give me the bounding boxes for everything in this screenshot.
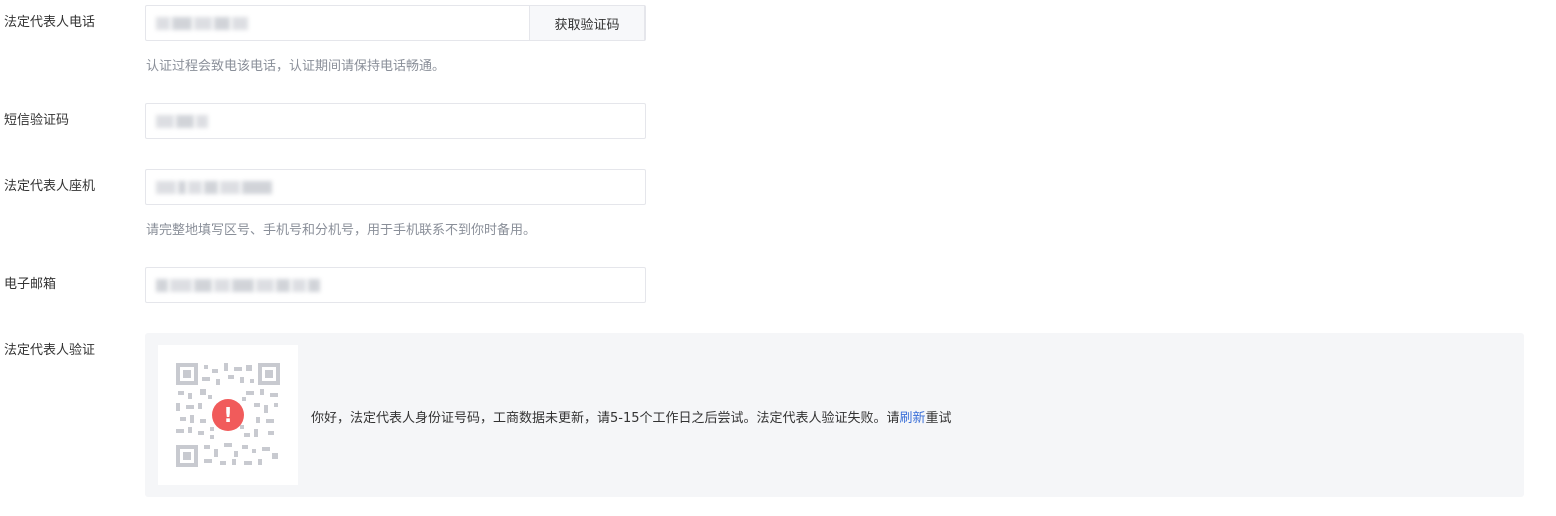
verify-message-retry-text: 重试 xyxy=(925,411,952,426)
qr-code: ! xyxy=(158,345,298,485)
sms-code-label: 短信验证码 xyxy=(4,113,70,128)
alert-exclamation-icon: ! xyxy=(212,399,244,431)
phone-value-redacted xyxy=(156,15,250,31)
landline-value-redacted xyxy=(156,179,274,195)
landline-input[interactable] xyxy=(145,169,646,205)
landline-hint: 请完整地填写区号、手机号和分机号，用于手机联系不到你时备用。 xyxy=(146,223,537,238)
phone-input[interactable]: 获取验证码 xyxy=(145,5,646,41)
email-input[interactable] xyxy=(145,267,646,303)
legal-verify-panel: ! 你好，法定代表人身份证号码，工商数据未更新，请5-15个工作日之后尝试。法定… xyxy=(145,333,1524,497)
phone-label: 法定代表人电话 xyxy=(4,15,96,30)
sms-code-input[interactable] xyxy=(145,103,646,139)
landline-label: 法定代表人座机 xyxy=(4,179,96,194)
legal-verify-label: 法定代表人验证 xyxy=(4,343,96,358)
get-code-button[interactable]: 获取验证码 xyxy=(529,5,645,41)
email-label: 电子邮箱 xyxy=(4,277,57,292)
verify-message-text: 你好，法定代表人身份证号码，工商数据未更新，请5-15个工作日之后尝试。法定代表… xyxy=(311,411,900,426)
phone-hint: 认证过程会致电该电话，认证期间请保持电话畅通。 xyxy=(146,59,446,74)
refresh-link[interactable]: 刷新 xyxy=(900,411,926,426)
email-value-redacted xyxy=(156,277,322,293)
legal-verify-message: 你好，法定代表人身份证号码，工商数据未更新，请5-15个工作日之后尝试。法定代表… xyxy=(311,407,952,426)
sms-code-value-redacted xyxy=(156,113,210,129)
